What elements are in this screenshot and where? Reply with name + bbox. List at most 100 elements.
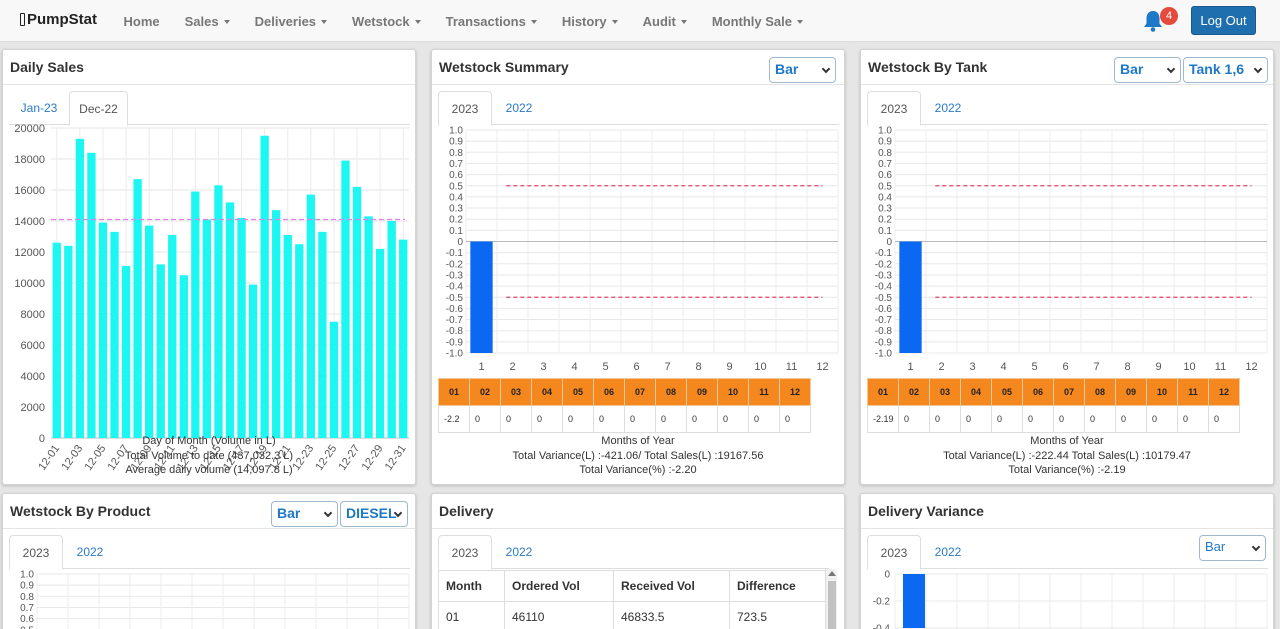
nav-monthly-sale[interactable]: Monthly Sale [699,14,815,29]
scroll-up-arrow-icon[interactable] [828,571,836,576]
table-row[interactable]: 01 46110 46833.5 723.5 [438,601,826,629]
y-tick-label: 0.4 [449,192,463,203]
y-tick-label: 0 [457,237,463,248]
y-tick-label: 6000 [21,340,45,352]
month-header-cell: 05 [562,378,594,406]
chart-type-select[interactable]: Bar [1114,57,1181,83]
nav-deliveries[interactable]: Deliveries [242,14,339,29]
bar-12-31 [399,239,408,438]
bar-12-24 [318,231,327,438]
month-header-cell: 09 [686,378,718,406]
y-tick-label: -0.5 [446,293,464,304]
y-tick-label: 1.0 [878,126,892,137]
delivery-scrollbar[interactable] [825,569,837,629]
y-tick-label: 0.8 [449,148,463,159]
y-tick-label: 0.7 [449,159,463,170]
x-tick-label: 8 [695,361,701,373]
chart-type-select[interactable]: Bar [1199,535,1266,561]
panel-divider [3,84,415,85]
bar-12-19 [260,135,269,438]
chart-type-select[interactable]: Bar [271,501,338,527]
y-tick-label: -0.3 [875,270,893,281]
tab-2023[interactable]: 2023 [9,535,63,570]
y-tick-label: 18000 [14,154,45,166]
month-value-cell: 0 [779,405,811,433]
tab-2023[interactable]: 2023 [438,91,492,126]
nav-home[interactable]: Home [111,14,172,29]
brand-logo[interactable]: PumpStat [20,11,97,28]
chart-type-select[interactable]: Bar [769,57,836,83]
x-tick-label: 10 [1183,361,1195,373]
month-value-cell: 0 [593,405,625,433]
y-tick-label: -0.9 [875,337,893,348]
wetstock-summary-month-table: 01 02 03 04 05 06 07 08 09 10 11 12 -2.2 0 0 0 0 0 0 0 0 0 0 0 [438,378,811,433]
tab-2022[interactable]: 2022 [492,91,546,125]
y-tick-label: -0.6 [446,304,464,315]
caret-down-icon [223,20,230,25]
tab-dec-22[interactable]: Dec-22 [69,91,128,126]
bar-12-17 [237,217,246,438]
delivery-tabs: 2023 2022 [438,535,829,570]
bar-12-01 [52,242,61,438]
panel-divider [3,528,415,529]
tank-select[interactable]: Tank 1,6 [1183,57,1268,83]
nav-wetstock[interactable]: Wetstock [340,14,434,29]
nav-label: Audit [642,13,676,29]
nav-history[interactable]: History [549,14,630,29]
daily-sales-average: Average daily volume (14,097.8 L) [125,464,293,476]
notification-badge[interactable]: 4 [1160,7,1178,25]
delivery-table: Month Ordered Vol Received Vol Differenc… [438,570,826,629]
scrollbar-thumb[interactable] [828,581,836,629]
y-tick-label: 0.4 [878,192,892,203]
x-tick-label: 12 [1245,361,1257,373]
x-tick-label: 3 [540,361,546,373]
caret-down-icon [414,20,421,25]
month-value-row: -2.19 0 0 0 0 0 0 0 0 0 0 0 [867,405,1240,433]
tab-2022[interactable]: 2022 [492,535,546,569]
logout-button[interactable]: Log Out [1191,6,1256,35]
month-value-cell: 0 [1084,405,1116,433]
tab-2022[interactable]: 2022 [921,91,975,125]
bar-12-27 [352,186,362,438]
y-tick-label: 0.5 [449,181,463,192]
tab-jan-23[interactable]: Jan-23 [9,91,69,125]
column-header-received-vol: Received Vol [613,570,730,602]
delivery-title: Delivery [439,503,494,519]
tab-2022[interactable]: 2022 [63,535,117,569]
month-value-cell: 0 [960,405,992,433]
bar-12-04 [87,152,96,439]
nav-audit[interactable]: Audit [630,14,699,29]
month-header-cell: 08 [1084,378,1116,406]
wetstock-by-tank-tabs: 2023 2022 [867,91,1268,126]
nav-label: Transactions [445,13,526,29]
tab-2023[interactable]: 2023 [867,91,921,126]
bar-12-16 [225,202,235,438]
x-tick-label: 9 [726,361,732,373]
month-header-cell: 10 [717,378,749,406]
daily-sales-caption: Day of Month (Volume in L) Total Volume … [3,434,415,478]
bar-12-15 [214,185,223,438]
nav-transactions[interactable]: Transactions [433,14,549,29]
tab-2022[interactable]: 2022 [921,535,975,569]
nav-sales[interactable]: Sales [172,14,242,29]
y-tick-label: 0.5 [878,181,892,192]
daily-sales-title: Daily Sales [10,59,84,75]
daily-sales-total: Total Volume to date (437,032.3 L) [124,449,294,462]
y-tick-label: 0.2 [878,215,892,226]
x-tick-label: 1 [478,361,484,373]
tab-2023[interactable]: 2023 [867,535,921,570]
y-tick-label: 4000 [21,371,45,383]
x-tick-label: 2 [509,361,515,373]
caret-down-icon [680,20,687,25]
wetstock-by-product-tabs: 2023 2022 [9,535,410,570]
y-tick-label: -0.6 [875,304,893,315]
x-tick-label: 4 [571,361,577,373]
column-header-month: Month [438,570,505,602]
product-select[interactable]: DIESEL [340,501,408,527]
x-tick-label: 11 [786,361,797,373]
y-tick-label: 8000 [21,309,45,321]
column-header-difference: Difference [729,570,826,602]
tab-2023[interactable]: 2023 [438,535,492,570]
wetstock-summary-xlabel: Months of Year [601,435,675,447]
y-tick-label: 0.9 [449,137,463,148]
